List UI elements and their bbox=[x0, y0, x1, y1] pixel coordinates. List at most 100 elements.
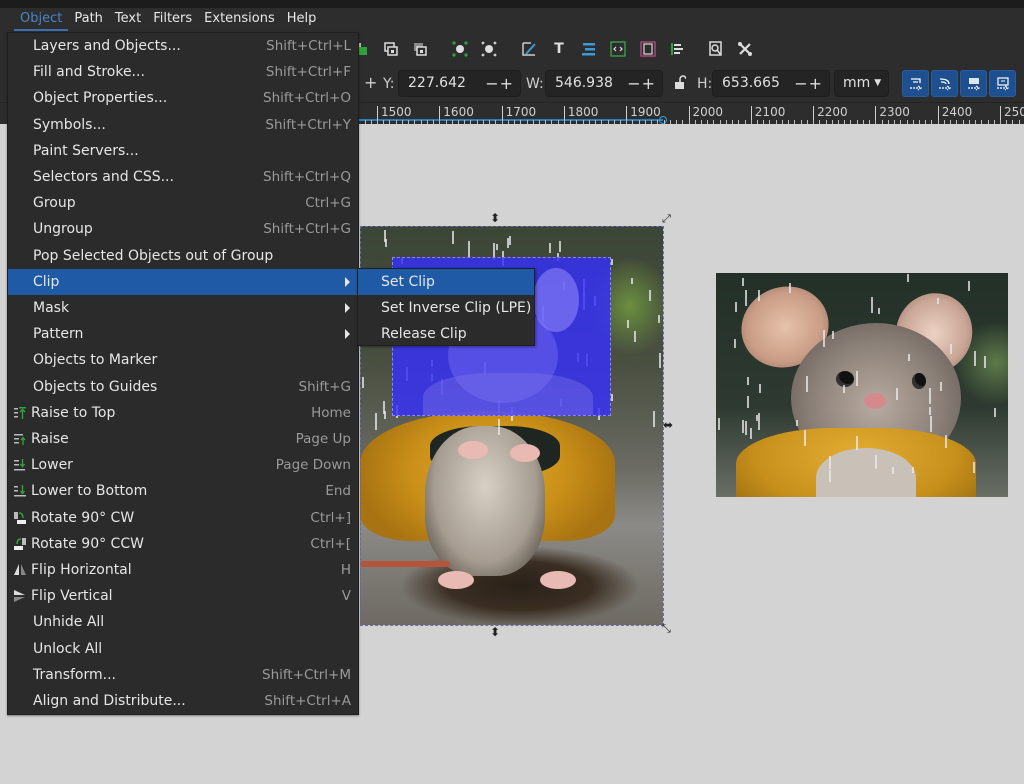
menu-item-objects-to-marker[interactable]: Objects to Marker bbox=[8, 347, 358, 373]
menu-item-shortcut: H bbox=[340, 562, 351, 578]
snap-page-button[interactable] bbox=[960, 70, 987, 97]
menu-item-shortcut: Shift+G bbox=[298, 378, 351, 395]
menu-item-lower-to-bottom[interactable]: Lower to Bottom End bbox=[8, 478, 358, 504]
xml-editor-icon[interactable] bbox=[609, 40, 627, 58]
menu-object[interactable]: Object bbox=[14, 8, 69, 32]
ruler-label: 2000 bbox=[688, 106, 723, 120]
h-input[interactable]: 653.665 −+ bbox=[712, 70, 830, 97]
fill-stroke-icon[interactable] bbox=[520, 40, 538, 58]
menu-filters[interactable]: Filters bbox=[147, 8, 198, 32]
rain-streak bbox=[649, 290, 651, 301]
menu-item-objects-to-guides[interactable]: Objects to Guides Shift+G bbox=[8, 374, 358, 400]
snap-nodes-button[interactable] bbox=[931, 70, 958, 97]
menu-item-raise-to-top[interactable]: Raise to Top Home bbox=[8, 400, 358, 426]
rain-streak bbox=[968, 281, 970, 291]
group-icon[interactable] bbox=[382, 40, 400, 58]
menu-item-release-clip[interactable]: Release Clip bbox=[358, 321, 534, 347]
preferences-icon[interactable] bbox=[736, 40, 754, 58]
menu-item-rotate-90-ccw[interactable]: Rotate 90° CCW Ctrl+[ bbox=[8, 531, 358, 557]
menu-item-label: Set Inverse Clip (LPE) bbox=[381, 300, 532, 316]
rain-streak bbox=[509, 236, 511, 245]
menu-item-rotate-90-cw[interactable]: Rotate 90° CW Ctrl+] bbox=[8, 505, 358, 531]
menu-item-flip-horizontal[interactable]: Flip Horizontal H bbox=[8, 557, 358, 583]
w-stepper[interactable]: −+ bbox=[627, 71, 656, 96]
menu-item-set-inverse-clip[interactable]: Set Inverse Clip (LPE) bbox=[358, 295, 534, 321]
menu-item-mask[interactable]: Mask bbox=[8, 295, 358, 321]
ruler-label: 2100 bbox=[750, 106, 785, 120]
menu-item-shortcut: Shift+Ctrl+M bbox=[262, 666, 351, 683]
menu-item-clip[interactable]: Clip bbox=[8, 268, 358, 295]
menu-item-set-clip[interactable]: Set Clip bbox=[358, 269, 534, 295]
menu-item-label: Pop Selected Objects out of Group bbox=[33, 247, 274, 264]
scale-handle-right[interactable]: ⬌ bbox=[663, 419, 673, 431]
menu-item-raise[interactable]: Raise Page Up bbox=[8, 426, 358, 452]
menu-item-shortcut: Page Down bbox=[275, 457, 351, 474]
y-stepper[interactable]: −+ bbox=[485, 71, 514, 96]
menu-item-fill-and-stroke[interactable]: Fill and Stroke... Shift+Ctrl+F bbox=[8, 59, 358, 85]
rain-streak bbox=[856, 436, 858, 450]
menu-text[interactable]: Text bbox=[109, 8, 147, 32]
menu-extensions[interactable]: Extensions bbox=[198, 8, 281, 32]
ruler-label: 2200 bbox=[813, 106, 848, 120]
menu-item-lower[interactable]: Lower Page Down bbox=[8, 452, 358, 478]
align-icon[interactable] bbox=[580, 40, 598, 58]
y-input[interactable]: 227.642 −+ bbox=[398, 70, 521, 97]
scale-handle-bottom[interactable]: ⬍ bbox=[490, 626, 500, 638]
menu-item-flip-vertical[interactable]: Flip Vertical V bbox=[8, 583, 358, 609]
menu-item-layers-and-objects[interactable]: Layers and Objects... Shift+Ctrl+L bbox=[8, 33, 358, 59]
rain-streak bbox=[940, 382, 942, 391]
menu-item-pattern[interactable]: Pattern bbox=[8, 321, 358, 347]
lock-ratio-icon[interactable] bbox=[674, 75, 687, 91]
rain-streak bbox=[384, 411, 386, 419]
menu-item-align-and-distribute[interactable]: Align and Distribute... Shift+Ctrl+A bbox=[8, 688, 358, 714]
clip-submenu: Set Clip Set Inverse Clip (LPE) Release … bbox=[357, 268, 535, 346]
x-field-increment[interactable]: + bbox=[364, 73, 377, 92]
menu-item-label: Unlock All bbox=[33, 640, 103, 657]
ruler-label: 2500 bbox=[1000, 106, 1024, 120]
rain-streak bbox=[945, 435, 947, 448]
menu-item-ungroup[interactable]: Ungroup Shift+Ctrl+G bbox=[8, 216, 358, 242]
layers-icon[interactable] bbox=[639, 40, 657, 58]
menu-item-selectors-and-css[interactable]: Selectors and CSS... Shift+Ctrl+Q bbox=[8, 164, 358, 190]
snap-bbox-button[interactable] bbox=[902, 70, 929, 97]
menu-item-unlock-all[interactable]: Unlock All bbox=[8, 636, 358, 662]
rain-streak bbox=[375, 413, 377, 430]
select-same-icon[interactable] bbox=[451, 40, 469, 58]
zoom-page-icon[interactable] bbox=[707, 40, 725, 58]
w-input[interactable]: 546.938 −+ bbox=[545, 70, 663, 97]
menu-path[interactable]: Path bbox=[68, 8, 109, 32]
ungroup-icon[interactable] bbox=[411, 40, 429, 58]
rain-streak bbox=[759, 384, 761, 393]
scale-handle-top[interactable]: ⬍ bbox=[490, 212, 500, 224]
rotate-cw-icon bbox=[13, 510, 27, 524]
menu-item-label: Selectors and CSS... bbox=[33, 169, 174, 185]
h-stepper[interactable]: −+ bbox=[794, 71, 823, 96]
rain-streak bbox=[806, 376, 808, 392]
menu-item-label: Objects to Marker bbox=[33, 352, 158, 369]
rain-streak bbox=[908, 354, 910, 361]
menu-item-paint-servers[interactable]: Paint Servers... bbox=[8, 138, 358, 164]
menu-item-transform[interactable]: Transform... Shift+Ctrl+M bbox=[8, 662, 358, 688]
menu-help[interactable]: Help bbox=[281, 8, 323, 32]
select-all-icon[interactable] bbox=[480, 40, 498, 58]
unit-select[interactable]: mm ▼ bbox=[834, 70, 889, 97]
rain-streak bbox=[974, 351, 976, 366]
rain-streak bbox=[507, 238, 509, 248]
menu-item-unhide-all[interactable]: Unhide All bbox=[8, 609, 358, 635]
menu-item-symbols[interactable]: Symbols... Shift+Ctrl+Y bbox=[8, 112, 358, 138]
text-font-icon[interactable]: T bbox=[550, 40, 568, 58]
rain-streak bbox=[745, 290, 747, 306]
mouse-portrait-image[interactable] bbox=[716, 273, 1008, 497]
rain-streak bbox=[878, 308, 880, 314]
snap-grid-button[interactable] bbox=[989, 70, 1016, 97]
menu-item-object-properties[interactable]: Object Properties... Shift+Ctrl+O bbox=[8, 85, 358, 111]
ruler-label: 1900 bbox=[626, 106, 661, 120]
scale-handle-top-right[interactable]: ⤢ bbox=[662, 213, 671, 225]
distribute-icon[interactable] bbox=[668, 40, 686, 58]
menu-item-shortcut: Ctrl+[ bbox=[310, 535, 351, 552]
rain-streak bbox=[758, 290, 760, 301]
scale-handle-bottom-right[interactable]: ⤡ bbox=[662, 623, 671, 635]
menu-item-group[interactable]: Group Ctrl+G bbox=[8, 190, 358, 216]
menu-item-pop-selected-objects-out-of-group[interactable]: Pop Selected Objects out of Group bbox=[8, 243, 358, 269]
rain-streak bbox=[973, 462, 975, 473]
